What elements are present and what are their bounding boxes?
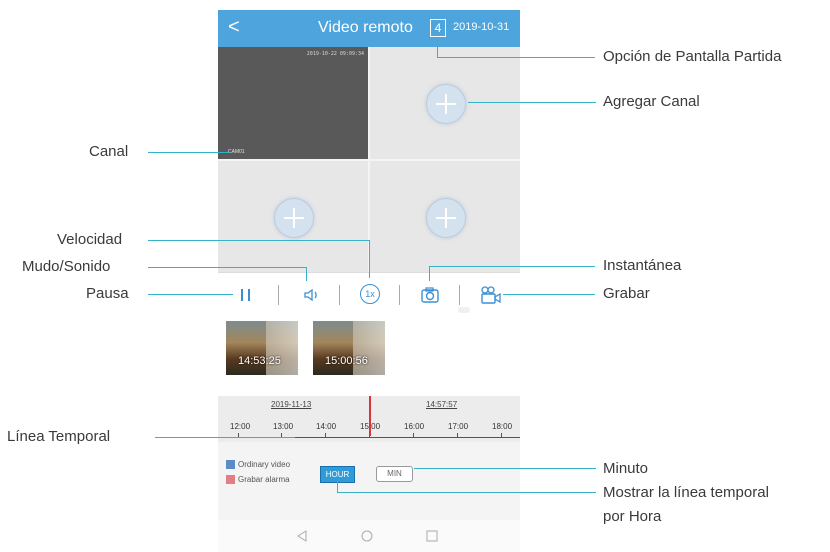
annotation-hour-line1: Mostrar la línea temporal bbox=[603, 484, 769, 501]
thumbnail-time: 15:00:56 bbox=[325, 355, 368, 367]
callout-line bbox=[148, 152, 230, 153]
timeline-tick: 16:00 bbox=[404, 422, 425, 431]
split-screen-button[interactable]: 4 bbox=[430, 19, 446, 37]
channel-video-feed[interactable]: 2019-10-22 09:09:34 CAM01 bbox=[218, 47, 368, 159]
alarm-label: Grabar alarma bbox=[238, 475, 290, 484]
timeline-tick-mark bbox=[325, 433, 326, 438]
recording-thumbnail[interactable]: 15:00:56 bbox=[313, 321, 385, 375]
timeline-cursor[interactable] bbox=[369, 396, 371, 436]
callout-line bbox=[437, 37, 438, 58]
page-title: Video remoto bbox=[318, 19, 413, 36]
thumbnail-time: 14:53:25 bbox=[238, 355, 281, 367]
add-channel-icon[interactable] bbox=[274, 198, 314, 238]
timeline-tick-mark bbox=[457, 433, 458, 438]
ordinary-video-swatch bbox=[226, 460, 235, 469]
scroll-handle bbox=[458, 307, 470, 313]
annotation-mute: Mudo/Sonido bbox=[22, 258, 111, 275]
annotation-record: Grabar bbox=[603, 285, 650, 302]
video-record-icon[interactable] bbox=[480, 285, 502, 305]
callout-line bbox=[468, 102, 596, 103]
timeline-tick: 14:00 bbox=[316, 422, 337, 431]
nav-back-icon[interactable] bbox=[296, 530, 308, 542]
timeline-tick: 12:00 bbox=[230, 422, 251, 431]
callout-line bbox=[503, 294, 595, 295]
playback-controls: 1x bbox=[218, 272, 520, 315]
callout-line bbox=[414, 468, 596, 469]
annotation-channel: Canal bbox=[89, 143, 129, 160]
callout-line bbox=[369, 240, 370, 278]
callout-line bbox=[306, 267, 307, 281]
annotation-split-screen: Opción de Pantalla Partida bbox=[603, 48, 782, 65]
minute-button[interactable]: MIN bbox=[376, 466, 413, 482]
nav-recents-icon[interactable] bbox=[426, 530, 438, 542]
alarm-swatch bbox=[226, 475, 235, 484]
callout-line bbox=[429, 266, 595, 267]
annotation-snapshot: Instantánea bbox=[603, 257, 682, 274]
callout-line bbox=[148, 294, 233, 295]
divider bbox=[278, 285, 279, 305]
annotation-hour-line2: por Hora bbox=[603, 508, 662, 525]
timeline-time: 14:57:57 bbox=[426, 400, 458, 409]
timeline-date: 2019-11-13 bbox=[271, 400, 312, 409]
feed-timestamp: 2019-10-22 09:09:34 bbox=[306, 51, 364, 57]
callout-line bbox=[148, 240, 370, 241]
recording-gallery: 14:53:25 15:00:56 bbox=[218, 314, 520, 396]
add-channel-icon[interactable] bbox=[426, 198, 466, 238]
nav-home-icon[interactable] bbox=[361, 530, 373, 542]
date-label: 2019-10-31 bbox=[453, 21, 510, 33]
callout-line bbox=[155, 437, 295, 438]
annotation-pause: Pausa bbox=[86, 285, 129, 302]
back-button[interactable]: < bbox=[228, 16, 240, 38]
callout-line bbox=[437, 57, 595, 58]
callout-line bbox=[337, 492, 596, 493]
timeline-tick: 13:00 bbox=[273, 422, 294, 431]
annotation-timeline: Línea Temporal bbox=[7, 428, 111, 445]
recording-thumbnail[interactable]: 14:53:25 bbox=[226, 321, 298, 375]
speaker-icon[interactable] bbox=[302, 286, 320, 304]
callout-line bbox=[429, 266, 430, 281]
phone-screen: < Video remoto 4 2019-10-31 2019-10-22 0… bbox=[218, 10, 520, 552]
annotation-add-channel: Agregar Canal bbox=[603, 93, 700, 110]
timeline-tick-mark bbox=[501, 433, 502, 438]
pause-icon[interactable] bbox=[238, 287, 254, 303]
divider bbox=[399, 285, 400, 305]
timeline-tick-mark bbox=[413, 433, 414, 438]
empty-channel-slot bbox=[370, 161, 520, 272]
empty-channel-slot bbox=[370, 47, 520, 159]
camera-icon[interactable] bbox=[420, 285, 440, 305]
timeline-legend: Ordinary video Grabar alarma HOUR MIN bbox=[218, 442, 520, 520]
top-bar: < Video remoto 4 2019-10-31 bbox=[218, 10, 520, 47]
timeline-tick: 18:00 bbox=[492, 422, 513, 431]
add-channel-icon[interactable] bbox=[426, 84, 466, 124]
speed-icon[interactable]: 1x bbox=[360, 284, 380, 304]
timeline[interactable]: 2019-11-13 14:57:57 12:00 13:00 14:00 15… bbox=[218, 396, 520, 442]
ordinary-video-label: Ordinary video bbox=[238, 460, 291, 469]
empty-channel-slot bbox=[218, 161, 368, 272]
divider bbox=[339, 285, 340, 305]
annotation-minute: Minuto bbox=[603, 460, 649, 477]
annotation-speed: Velocidad bbox=[57, 231, 123, 248]
system-nav-bar bbox=[218, 520, 520, 552]
timeline-tick: 17:00 bbox=[448, 422, 469, 431]
callout-line bbox=[148, 267, 307, 268]
feed-camera-label: CAM01 bbox=[228, 149, 245, 155]
divider bbox=[459, 285, 460, 305]
